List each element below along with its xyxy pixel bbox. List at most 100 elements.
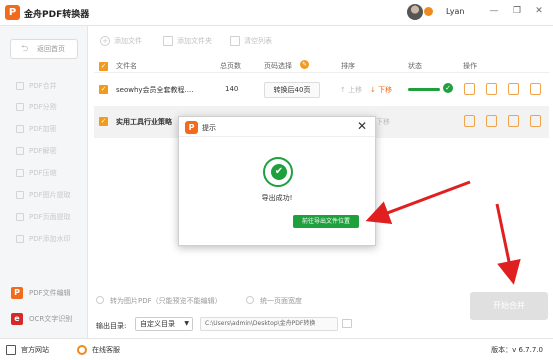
lock-icon (16, 125, 24, 133)
online-support-link[interactable]: 在线客服 (92, 344, 120, 356)
compress-icon (16, 169, 24, 177)
version-text: 版本：v 6.7.7.0 (491, 346, 543, 354)
user-avatar[interactable] (407, 4, 423, 20)
move-down-button[interactable]: ↓ 下移 (370, 85, 392, 95)
output-dir-select-value: 自定义目录 (140, 320, 175, 328)
output-dir-select[interactable]: 自定义目录 ▼ (135, 317, 193, 331)
sidebar-item-watermark[interactable]: PDF添加水印 (16, 232, 71, 246)
customer-service-icon (77, 345, 87, 355)
delete-icon[interactable] (530, 115, 541, 127)
sidebar-pdf-edit[interactable]: P PDF文件编辑 (8, 285, 84, 301)
sidebar-item-label: PDF加密 (29, 125, 57, 133)
sidebar-item-label: PDF添加水印 (29, 235, 71, 243)
row-checkbox[interactable]: ✓ (99, 117, 108, 126)
header-status: 状态 (408, 62, 422, 70)
sidebar-ocr[interactable]: e OCR文字识别 (8, 311, 84, 327)
header-page-select: 页码选择 (264, 62, 292, 70)
delete-icon[interactable] (530, 83, 541, 95)
title-bar: P 金舟PDF转换器 Lyan — ❐ ✕ (0, 0, 553, 26)
sidebar-item-decrypt[interactable]: PDF解密 (16, 144, 57, 158)
split-icon (16, 103, 24, 111)
add-folder-label: 添加文件夹 (177, 37, 212, 45)
sidebar-item-label: PDF压缩 (29, 169, 57, 177)
success-ring: ✔ (263, 157, 293, 187)
sidebar-item-image-extract[interactable]: PDF图片提取 (16, 188, 71, 202)
move-up-button[interactable]: ↑ 上移 (340, 85, 362, 95)
back-home-label: 返回首页 (37, 45, 65, 53)
preview-icon[interactable] (464, 83, 475, 95)
dialog-title: 提示 (202, 124, 216, 132)
back-home-button[interactable]: ⮌ 返回首页 (10, 39, 78, 59)
status-success-icon: ✓ (443, 83, 453, 93)
row-pages: 140 (225, 85, 239, 93)
dialog-close-button[interactable]: ✕ (357, 119, 367, 133)
open-export-location-button[interactable]: 前往导出文件位置 (293, 215, 359, 228)
sidebar-ocr-label: OCR文字识别 (29, 315, 73, 323)
add-file-button[interactable]: + 添加文件 (100, 33, 142, 49)
sidebar-item-compress[interactable]: PDF压缩 (16, 166, 57, 180)
annotation-arrow-down (495, 203, 521, 285)
sidebar-item-label: PDF解密 (29, 147, 57, 155)
official-website-link[interactable]: 官方网站 (21, 344, 49, 356)
checkmark-icon: ✔ (271, 164, 287, 180)
document-icon[interactable] (486, 115, 497, 127)
clear-list-button[interactable]: 清空列表 (230, 33, 272, 49)
sidebar-pdf-edit-label: PDF文件编辑 (29, 289, 71, 297)
add-folder-button[interactable]: 添加文件夹 (163, 33, 212, 49)
close-window-button[interactable]: ✕ (532, 4, 546, 18)
vip-badge-icon (424, 7, 433, 16)
convert-to-image-radio[interactable] (96, 296, 104, 304)
row-filename: 实用工具行业策略 (116, 118, 172, 126)
minimize-button[interactable]: — (487, 4, 501, 18)
header-sort: 排序 (341, 62, 355, 70)
folder-open-icon[interactable] (508, 115, 519, 127)
folder-icon (163, 36, 173, 46)
watermark-icon (16, 235, 24, 243)
user-name[interactable]: Lyan (446, 7, 464, 16)
dialog-header: P 提示 ✕ (179, 117, 375, 137)
sidebar-item-label: PDF合并 (29, 82, 57, 90)
table-row[interactable]: ✓ seowhy会员全套教程.... 140 转换后40页 ↑ 上移 ↓ 下移 … (94, 74, 549, 106)
sidebar-item-label: PDF分割 (29, 103, 57, 111)
row-checkbox[interactable]: ✓ (99, 85, 108, 94)
start-merge-button[interactable]: 开始合并 (470, 292, 548, 320)
document-icon[interactable] (486, 83, 497, 95)
convert-to-image-label: 转为图片PDF（只能预览不能编辑） (110, 297, 222, 305)
header-ops: 操作 (463, 62, 477, 70)
page-icon (16, 213, 24, 221)
table-header: ✓ 文件名 总页数 页码选择 ✎ 排序 状态 操作 (94, 59, 549, 73)
sidebar-item-label: PDF页面提取 (29, 213, 71, 221)
sidebar: ⮌ 返回首页 PDF合并 PDF分割 PDF加密 PDF解密 PDF压缩 PDF… (0, 26, 88, 338)
annotation-arrow-left (365, 180, 471, 224)
browse-folder-icon[interactable] (342, 319, 352, 328)
folder-open-icon[interactable] (508, 83, 519, 95)
sidebar-item-encrypt[interactable]: PDF加密 (16, 122, 57, 136)
sidebar-item-split[interactable]: PDF分割 (16, 100, 57, 114)
app-logo-icon: P (5, 5, 20, 20)
output-dir-label: 输出目录: (96, 322, 127, 330)
add-file-label: 添加文件 (114, 37, 142, 45)
preview-icon[interactable] (464, 115, 475, 127)
select-all-checkbox[interactable]: ✓ (99, 62, 108, 71)
header-filename: 文件名 (116, 62, 137, 70)
website-icon (6, 345, 16, 355)
restore-button[interactable]: ❐ (510, 4, 524, 18)
image-icon (16, 191, 24, 199)
sidebar-item-page-extract[interactable]: PDF页面提取 (16, 210, 71, 224)
export-success-dialog: P 提示 ✕ ✔ 导出成功! 前往导出文件位置 (178, 116, 376, 246)
merge-icon (16, 82, 24, 90)
page-select-help-icon[interactable]: ✎ (300, 60, 309, 69)
output-path-field[interactable]: C:\Users\admin\Desktop\金舟PDF转换 (200, 317, 338, 331)
page-select-button[interactable]: 转换后40页 (264, 82, 320, 98)
progress-bar (408, 88, 440, 91)
sidebar-item-merge[interactable]: PDF合并 (16, 79, 57, 93)
row-filename: seowhy会员全套教程.... (116, 86, 194, 94)
back-arrow-icon: ⮌ (21, 44, 29, 54)
unify-width-radio[interactable] (246, 296, 254, 304)
plus-icon: + (100, 36, 110, 46)
header-pages: 总页数 (220, 62, 241, 70)
clear-list-label: 清空列表 (244, 37, 272, 45)
chevron-down-icon: ▼ (184, 320, 189, 327)
move-down-button[interactable]: 下移 (376, 117, 390, 127)
trash-icon (230, 36, 240, 46)
